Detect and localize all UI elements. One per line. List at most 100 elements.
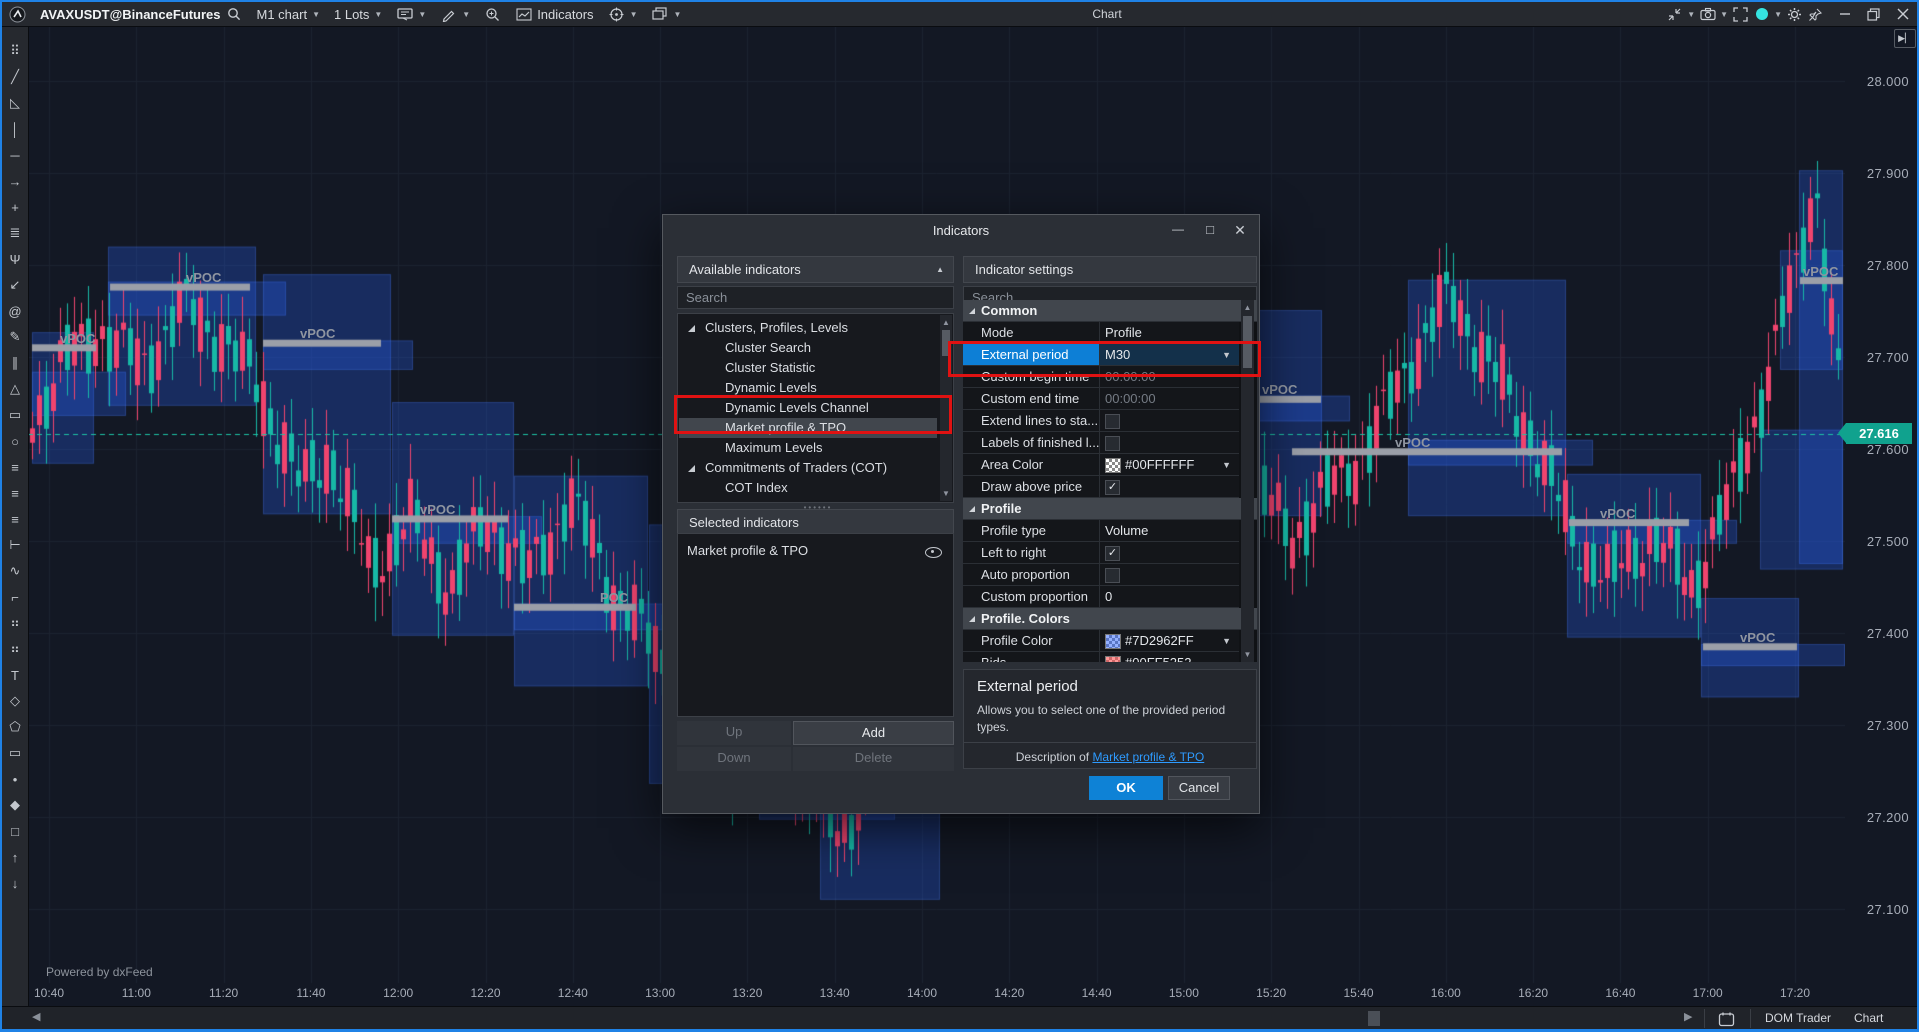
tpo-profile-icon[interactable]: ≡ <box>2 508 28 530</box>
layout-selector[interactable]: ▼ <box>644 2 688 26</box>
fib-spiral-icon[interactable]: @ <box>2 300 28 322</box>
setting-row-draw-above-price[interactable]: Draw above price✓ <box>963 476 1239 498</box>
volume-profile-right-icon[interactable]: ≡ <box>2 482 28 504</box>
dotted-region-icon[interactable]: ⠶ <box>2 612 28 634</box>
down-button[interactable]: Down <box>677 747 791 771</box>
app-logo[interactable] <box>2 2 33 26</box>
pitchfork-icon[interactable]: Ψ <box>2 248 28 270</box>
arrow-marker-icon[interactable]: ↙ <box>2 274 28 296</box>
dialog-minimize-icon[interactable]: — <box>1165 222 1191 242</box>
callout-icon[interactable]: ▭ <box>2 742 28 764</box>
triangle-shape-icon[interactable]: △ <box>2 378 28 400</box>
setting-row-left-to-right[interactable]: Left to right✓ <box>963 542 1239 564</box>
setting-row-profile-type[interactable]: Profile typeVolume <box>963 520 1239 542</box>
price-label-icon[interactable]: ◇ <box>2 690 28 712</box>
color-swatch[interactable] <box>1105 458 1121 473</box>
square-marker-icon[interactable]: □ <box>2 820 28 842</box>
scroll-up-icon[interactable]: ▲ <box>940 318 952 327</box>
chevron-down-icon[interactable]: ▼ <box>1687 10 1695 19</box>
tree-expander-icon[interactable] <box>688 465 695 472</box>
settings-group-profile[interactable]: Profile <box>963 498 1257 520</box>
diamond-marker-icon[interactable]: ◆ <box>2 794 28 816</box>
tree-item-cluster-statistic[interactable]: Cluster Statistic <box>679 358 937 378</box>
setting-row-auto-proportion[interactable]: Auto proportion <box>963 564 1239 586</box>
zigzag-icon[interactable]: ∿ <box>2 560 28 582</box>
checkbox-unchecked[interactable] <box>1105 568 1120 583</box>
scroll-up-icon[interactable]: ▲ <box>1241 303 1254 312</box>
setting-row-extend-lines-to-sta-[interactable]: Extend lines to sta... <box>963 410 1239 432</box>
calendar-icon[interactable] <box>1718 1010 1735 1027</box>
pin-icon[interactable] <box>1807 6 1824 23</box>
parallel-lines-icon[interactable]: ≣ <box>2 222 28 244</box>
group-expander-icon[interactable] <box>969 506 975 512</box>
selected-indicator-row[interactable]: Market profile & TPO <box>679 540 952 562</box>
scroll-down-icon[interactable]: ▼ <box>1241 650 1254 659</box>
chevron-down-icon[interactable]: ▼ <box>1774 10 1782 19</box>
add-button[interactable]: Add <box>793 721 954 745</box>
badge-label-icon[interactable]: ⬠ <box>2 716 28 738</box>
indicators-button[interactable]: Indicators <box>508 2 600 26</box>
connection-status-icon[interactable] <box>1753 6 1770 23</box>
scroll-down-icon[interactable]: ▼ <box>940 489 952 498</box>
scroll-right-icon[interactable]: ▶ <box>1684 1010 1692 1023</box>
minimize-icon[interactable] <box>1836 6 1853 23</box>
brush-icon[interactable]: ✎ <box>2 326 28 348</box>
available-search-input[interactable]: Search <box>677 286 954 309</box>
tree-item-cot-index[interactable]: COT Index <box>679 478 937 498</box>
delete-button[interactable]: Delete <box>793 747 954 771</box>
collapse-up-icon[interactable]: ▲ <box>936 257 944 282</box>
trend-line-icon[interactable]: ╱ <box>2 66 28 88</box>
horizontal-scrollbar-thumb[interactable] <box>1368 1011 1380 1026</box>
fullscreen-icon[interactable] <box>1732 6 1749 23</box>
cross-tool-icon[interactable]: + <box>2 196 28 218</box>
setting-row-area-color[interactable]: Area Color#00FFFFFF▼ <box>963 454 1239 476</box>
jump-to-latest-button[interactable]: ▶▏ <box>1894 29 1916 48</box>
visibility-eye-icon[interactable] <box>925 547 942 558</box>
dialog-maximize-icon[interactable]: □ <box>1197 222 1223 242</box>
up-button[interactable]: Up <box>677 721 791 745</box>
indicator-description-link[interactable]: Market profile & TPO <box>1092 750 1204 764</box>
settings-group-profile-colors[interactable]: Profile. Colors <box>963 608 1257 630</box>
arrow-tool-icon[interactable]: → <box>2 170 28 192</box>
dialog-close-icon[interactable]: ✕ <box>1227 222 1253 242</box>
gear-icon[interactable] <box>1786 6 1803 23</box>
scroll-left-icon[interactable]: ◀ <box>32 1010 40 1023</box>
checkbox-checked[interactable]: ✓ <box>1105 546 1120 561</box>
camera-icon[interactable] <box>1699 6 1716 23</box>
tree-group-clusters-profiles-levels[interactable]: Clusters, Profiles, Levels <box>679 318 937 338</box>
zoom-tool[interactable] <box>477 2 508 26</box>
dom-trader-button[interactable]: DOM Trader <box>1765 1007 1831 1030</box>
ok-button[interactable]: OK <box>1089 776 1163 800</box>
crosshair-selector[interactable]: ▼ <box>601 2 645 26</box>
checkbox-unchecked[interactable] <box>1105 436 1120 451</box>
tree-expander-icon[interactable] <box>688 325 695 332</box>
close-icon[interactable] <box>1894 6 1911 23</box>
search-icon[interactable] <box>226 6 243 23</box>
lots-selector[interactable]: 1 Lots ▼ <box>327 2 389 26</box>
collapse-panel-icon[interactable] <box>1666 6 1683 23</box>
group-expander-icon[interactable] <box>969 616 975 622</box>
arrow-up-marker-icon[interactable]: ↑ <box>2 846 28 868</box>
setting-row-custom-end-time[interactable]: Custom end time00:00:00 <box>963 388 1239 410</box>
splice-icon[interactable]: ⊢ <box>2 534 28 556</box>
templates-selector[interactable]: ▼ <box>389 2 433 26</box>
chevron-down-icon[interactable]: ▼ <box>1720 10 1728 19</box>
horizontal-line-icon[interactable]: ─ <box>2 144 28 166</box>
cancel-button[interactable]: Cancel <box>1168 776 1230 800</box>
restore-window-icon[interactable] <box>1865 6 1882 23</box>
setting-row-bids[interactable]: Bids#00FF5252 <box>963 652 1239 662</box>
setting-row-labels-of-finished-l-[interactable]: Labels of finished l... <box>963 432 1239 454</box>
checkbox-checked[interactable]: ✓ <box>1105 480 1120 495</box>
settings-group-common[interactable]: Common <box>963 300 1257 322</box>
text-tool-icon[interactable]: T <box>2 664 28 686</box>
volume-profile-left-icon[interactable]: ≡ <box>2 456 28 478</box>
selection-tool-icon[interactable]: ⠿ <box>2 40 28 62</box>
setting-row-profile-color[interactable]: Profile Color#7D2962FF▼ <box>963 630 1239 652</box>
tree-group-commitments-of-traders-cot-[interactable]: Commitments of Traders (COT) <box>679 458 937 478</box>
angle-tool-icon[interactable]: ◺ <box>2 92 28 114</box>
tree-item-maximum-levels[interactable]: Maximum Levels <box>679 438 937 458</box>
steps-icon[interactable]: ⌐ <box>2 586 28 608</box>
dot-marker-icon[interactable]: • <box>2 768 28 790</box>
dotted-region2-icon[interactable]: ⠶ <box>2 638 28 660</box>
available-indicators-header[interactable]: Available indicators ▲ <box>677 256 954 283</box>
